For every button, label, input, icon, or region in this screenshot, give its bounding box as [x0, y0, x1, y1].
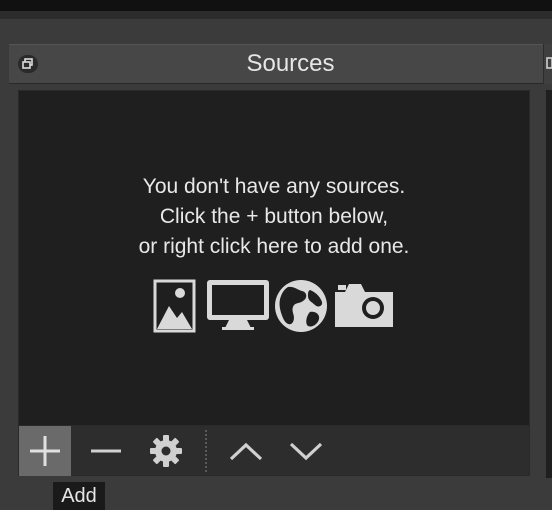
empty-message-line-3: or right click here to add one.	[138, 235, 410, 258]
add-source-button[interactable]	[19, 426, 71, 476]
source-type-icons	[153, 279, 393, 333]
empty-sources-message: You don't have any sources. Click the + …	[18, 172, 530, 262]
adjacent-dock-panel	[546, 90, 552, 478]
add-tooltip: Add	[53, 482, 105, 510]
minus-icon	[91, 449, 121, 453]
camera-icon	[335, 284, 393, 327]
toolbar-separator	[205, 430, 207, 472]
dock-title: Sources	[246, 50, 335, 77]
chevron-down-icon	[289, 442, 323, 461]
top-window-bar	[0, 0, 552, 11]
globe-icon	[275, 280, 327, 332]
empty-message-line-2: Click the + button below,	[159, 205, 389, 228]
source-properties-button[interactable]	[140, 426, 192, 476]
plus-icon	[30, 436, 60, 466]
remove-source-button[interactable]	[80, 426, 132, 476]
dock-float-button[interactable]	[14, 52, 42, 76]
image-icon	[153, 279, 196, 333]
move-source-down-button[interactable]	[280, 426, 332, 476]
adjacent-dock-icon	[546, 57, 552, 69]
float-window-icon	[18, 55, 38, 73]
empty-message-line-1: You don't have any sources.	[142, 175, 406, 198]
gear-icon	[150, 435, 182, 467]
move-source-up-button[interactable]	[220, 426, 272, 476]
top-bar-edge	[0, 11, 552, 19]
display-icon	[207, 280, 269, 330]
chevron-up-icon	[229, 442, 263, 461]
